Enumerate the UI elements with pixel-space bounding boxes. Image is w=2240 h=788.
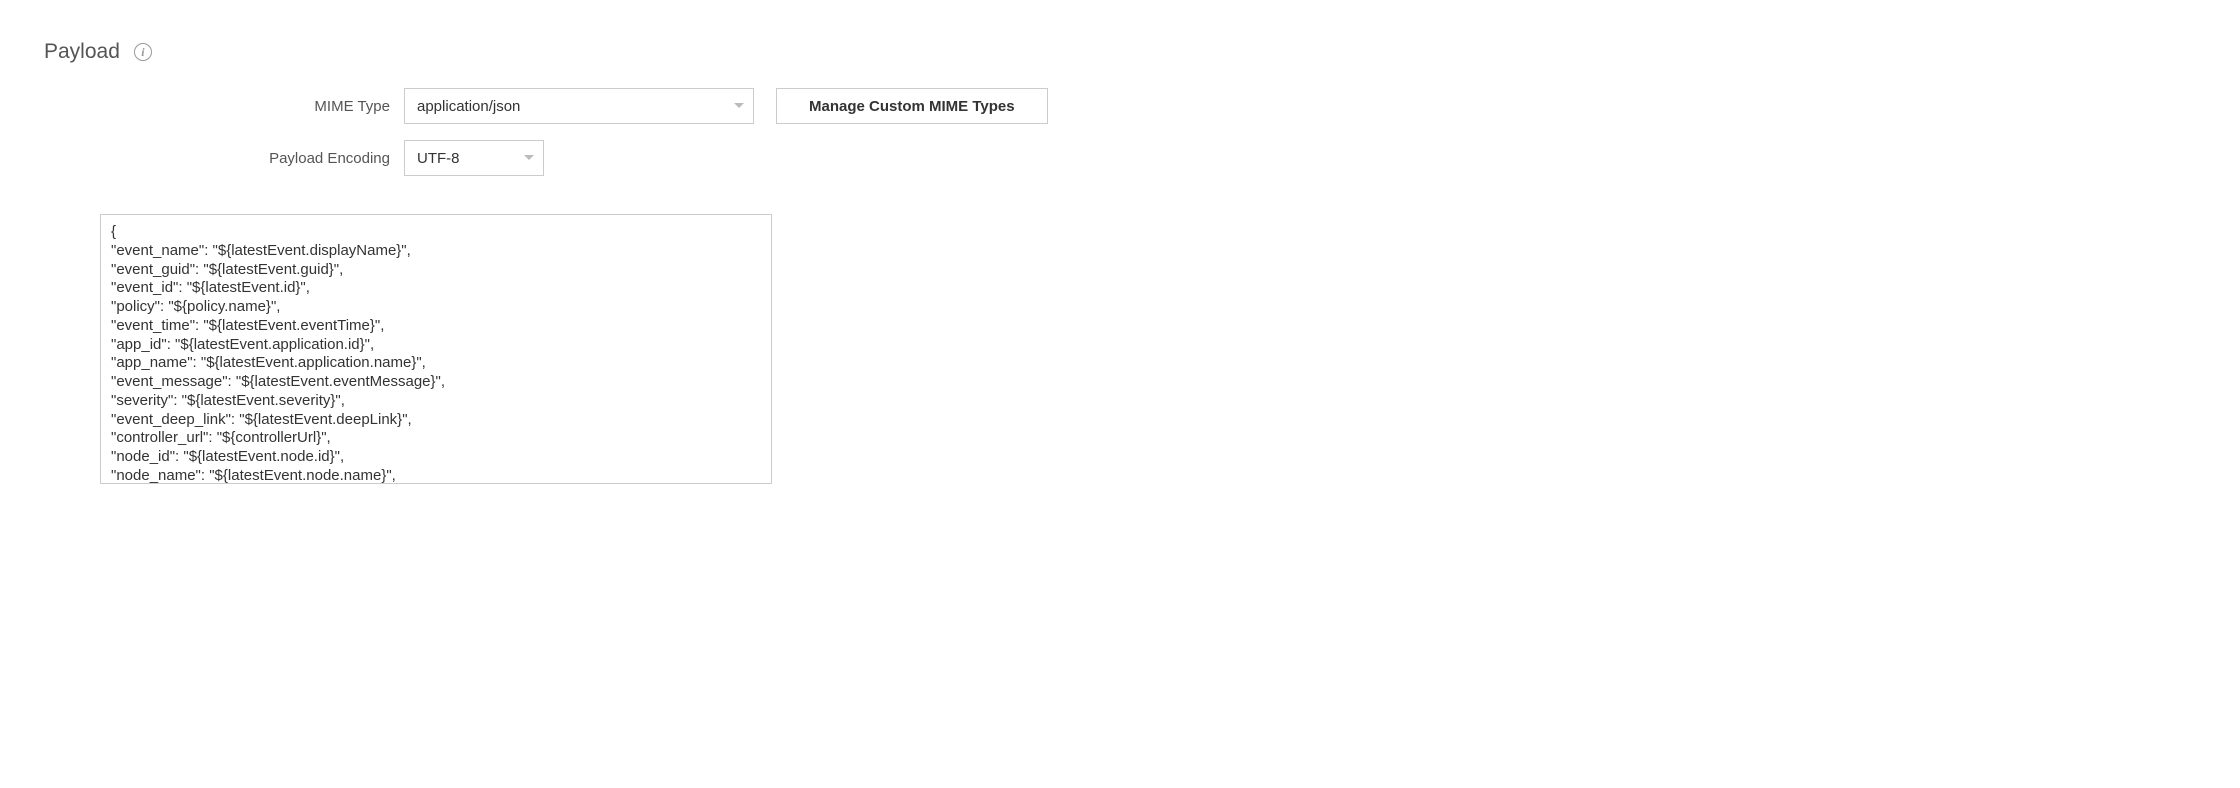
payload-textarea[interactable] [100, 214, 772, 484]
mime-type-row: MIME Type application/json Manage Custom… [44, 88, 2240, 124]
payload-encoding-row: Payload Encoding UTF-8 [44, 140, 2240, 176]
payload-encoding-value: UTF-8 [417, 150, 460, 167]
payload-body-container [100, 214, 772, 488]
manage-mime-types-button[interactable]: Manage Custom MIME Types [776, 88, 1048, 124]
mime-type-select[interactable]: application/json [404, 88, 754, 124]
info-icon[interactable]: i [134, 43, 152, 61]
payload-encoding-label: Payload Encoding [44, 150, 404, 167]
mime-type-value: application/json [417, 98, 520, 115]
section-header: Payload i [44, 40, 2240, 64]
mime-type-label: MIME Type [44, 98, 404, 115]
section-title: Payload [44, 40, 120, 64]
payload-encoding-select[interactable]: UTF-8 [404, 140, 544, 176]
